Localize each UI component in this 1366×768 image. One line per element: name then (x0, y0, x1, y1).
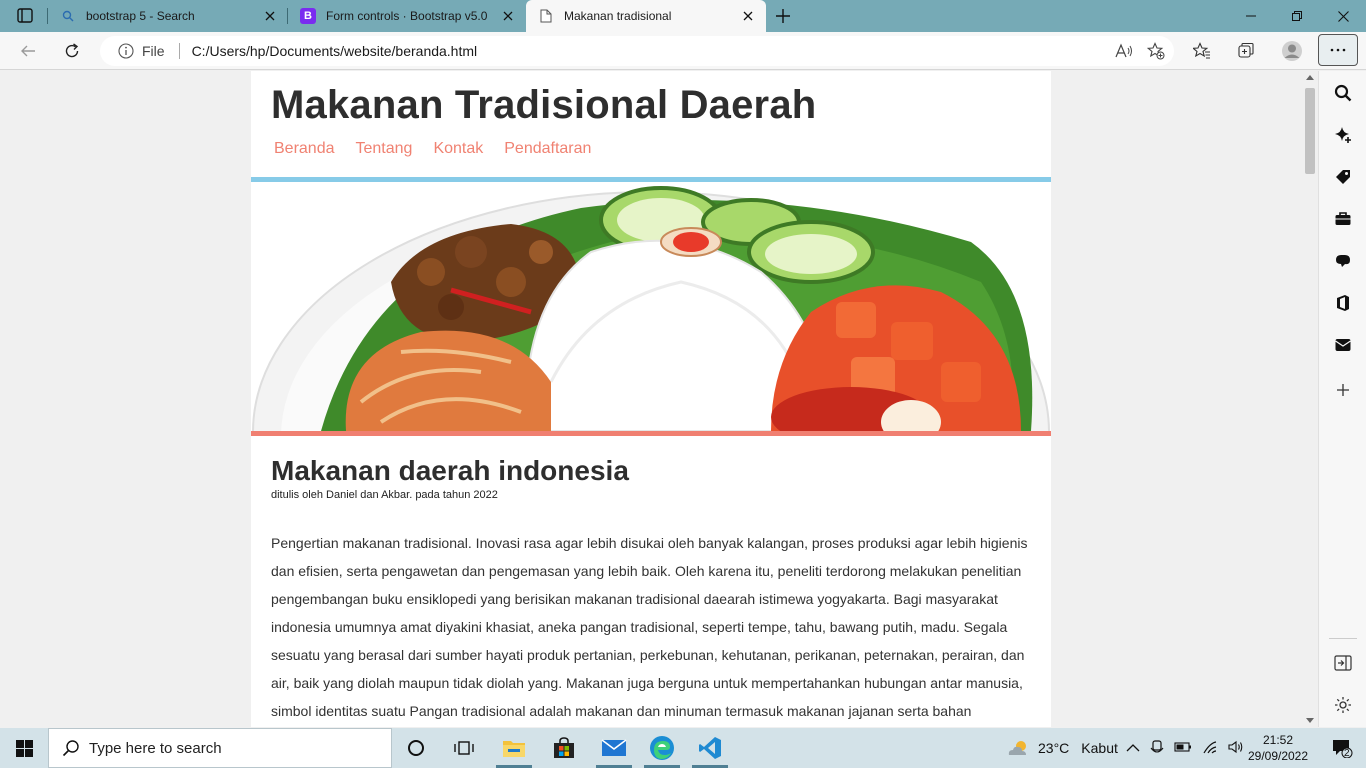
store-icon[interactable] (540, 728, 588, 768)
notification-center-button[interactable]: 2 (1318, 728, 1366, 768)
nasi-uduk-plate-image (251, 182, 1051, 431)
search-placeholder: Type here to search (89, 739, 222, 757)
article-body: Pengertian makanan tradisional. Inovasi … (271, 535, 1028, 719)
tab-strip: bootstrap 5 - Search B Form controls · B… (0, 0, 1366, 32)
article-title: Makanan daerah indonesia (271, 455, 629, 486)
url-text[interactable]: C:/Users/hp/Documents/website/beranda.ht… (192, 43, 1110, 59)
weather-widget[interactable]: 23°C Kabut (1006, 728, 1118, 768)
volume-icon[interactable] (1228, 740, 1244, 757)
divider (178, 43, 180, 59)
outlook-icon[interactable] (1329, 331, 1357, 359)
taskbar-search-box[interactable]: Type here to search (48, 728, 392, 768)
office-icon[interactable] (1329, 289, 1357, 317)
edge-sidebar (1318, 71, 1366, 727)
cortana-icon[interactable] (392, 728, 440, 768)
vscode-icon[interactable] (686, 728, 734, 768)
windows-taskbar: Type here to search 23°C Kabut 21:52 29/… (0, 728, 1366, 768)
nav-link-tentang[interactable]: Tentang (356, 140, 413, 158)
browser-toolbar: File C:/Users/hp/Documents/website/beran… (0, 32, 1366, 70)
settings-icon[interactable] (1329, 691, 1357, 719)
nav-link-pendaftaran[interactable]: Pendaftaran (504, 140, 591, 158)
add-icon[interactable] (1329, 376, 1357, 404)
weather-icon (1008, 741, 1026, 755)
article: Makanan daerah indonesia ditulis oleh Da… (251, 436, 1051, 725)
task-view-icon[interactable] (440, 728, 488, 768)
chevron-up-icon[interactable] (1126, 740, 1140, 756)
system-tray (1126, 728, 1244, 768)
scroll-thumb[interactable] (1305, 88, 1315, 174)
page-viewport: Makanan Tradisional Daerah Beranda Tenta… (0, 71, 1318, 727)
new-tab-button[interactable] (772, 5, 794, 27)
close-icon[interactable] (740, 8, 756, 24)
page-icon (538, 8, 554, 24)
main-nav: Beranda Tentang Kontak Pendaftaran (271, 140, 1031, 158)
taskbar-clock[interactable]: 21:52 29/09/2022 (1244, 732, 1312, 764)
article-byline: ditulis oleh Daniel dan Akbar. pada tahu… (271, 489, 498, 501)
search-icon (60, 8, 76, 24)
site-title: Makanan Tradisional Daerah (271, 83, 817, 127)
search-icon[interactable] (1329, 79, 1357, 107)
add-favorite-icon[interactable] (1142, 37, 1170, 65)
scroll-up-icon[interactable] (1306, 75, 1314, 80)
refresh-button[interactable] (58, 37, 86, 65)
battery-icon[interactable] (1174, 740, 1192, 756)
close-icon[interactable] (500, 8, 516, 24)
clock-time: 21:52 (1262, 733, 1294, 747)
more-options-button[interactable] (1318, 34, 1358, 66)
briefcase-icon[interactable] (1329, 205, 1357, 233)
info-icon[interactable] (118, 43, 134, 59)
tab-bootstrap-search[interactable]: bootstrap 5 - Search (48, 0, 288, 32)
clock-date: 29/09/2022 (1247, 749, 1309, 763)
wifi-icon[interactable] (1202, 740, 1218, 757)
split-screen-icon[interactable] (1329, 649, 1357, 677)
sparkle-icon[interactable] (1329, 121, 1357, 149)
tab-makanan-tradisional[interactable]: Makanan tradisional (526, 0, 766, 32)
windows-start-button[interactable] (0, 728, 48, 768)
close-window-button[interactable] (1320, 0, 1366, 32)
file-explorer-icon[interactable] (490, 728, 538, 768)
sidebar-divider (1329, 638, 1357, 639)
close-icon[interactable] (262, 8, 278, 24)
scheme-label: File (142, 43, 165, 59)
minimize-button[interactable] (1228, 0, 1274, 32)
edge-icon[interactable] (638, 728, 686, 768)
scroll-down-icon[interactable] (1306, 718, 1314, 723)
nav-link-kontak[interactable]: Kontak (433, 140, 483, 158)
search-icon (61, 738, 81, 758)
meet-now-icon[interactable] (1150, 739, 1164, 758)
read-aloud-icon[interactable] (1110, 37, 1138, 65)
weather-condition: Kabut (1081, 740, 1118, 756)
back-button[interactable] (14, 37, 42, 65)
tab-title: Makanan tradisional (564, 9, 672, 23)
notification-count: 2 (1344, 748, 1350, 759)
collections-icon[interactable] (1232, 37, 1260, 65)
page-container: Makanan Tradisional Daerah Beranda Tenta… (251, 71, 1051, 727)
weather-temp: 23°C (1038, 740, 1070, 756)
tab-form-controls[interactable]: B Form controls · Bootstrap v5.0 (288, 0, 526, 32)
address-bar[interactable]: File C:/Users/hp/Documents/website/beran… (100, 36, 1174, 66)
page-header: Makanan Tradisional Daerah Beranda Tenta… (251, 71, 1051, 177)
nav-link-beranda[interactable]: Beranda (274, 140, 335, 158)
favorites-icon[interactable] (1188, 37, 1216, 65)
restore-button[interactable] (1274, 0, 1320, 32)
tab-actions-icon[interactable] (10, 6, 38, 26)
mail-icon[interactable] (590, 728, 638, 768)
profile-avatar[interactable] (1278, 37, 1306, 65)
bootstrap-icon: B (300, 8, 316, 24)
tab-title: Form controls · Bootstrap v5.0 (326, 9, 488, 23)
page-scrollbar[interactable] (1302, 71, 1318, 727)
tab-title: bootstrap 5 - Search (86, 9, 195, 23)
tag-icon[interactable] (1329, 163, 1357, 191)
games-icon[interactable] (1329, 247, 1357, 275)
